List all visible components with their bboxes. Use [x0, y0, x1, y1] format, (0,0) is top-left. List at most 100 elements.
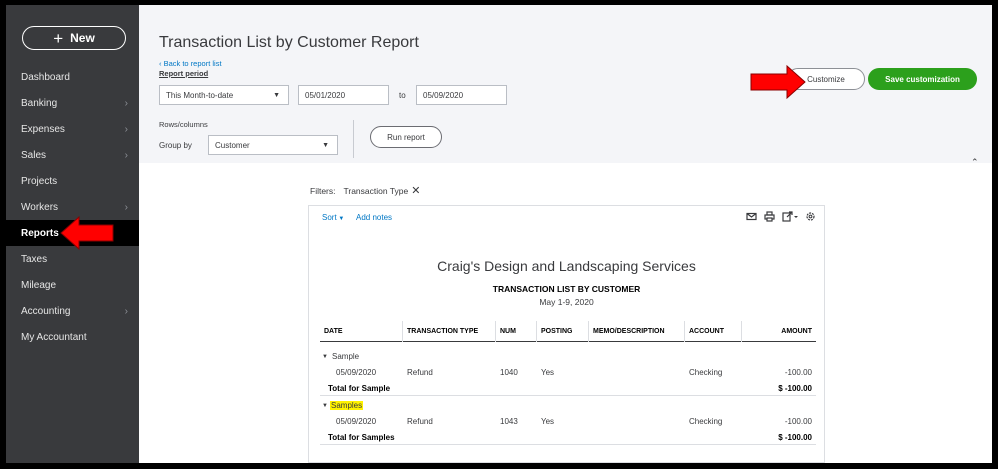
cell-amount: -100.00: [784, 368, 812, 377]
sidebar-item-label: Expenses: [21, 123, 65, 135]
chevron-right-icon: ›: [124, 305, 128, 317]
group-name: Sample: [332, 352, 360, 361]
sidebar-item-projects[interactable]: Projects: [6, 168, 139, 194]
to-date-value: 05/09/2020: [423, 90, 464, 100]
new-button[interactable]: + New: [22, 26, 126, 50]
column-header-amount[interactable]: AMOUNT: [781, 328, 812, 335]
group-header-row[interactable]: ▼ Sample: [320, 348, 816, 364]
chevron-right-icon: ›: [124, 123, 128, 135]
group-total-row: Total for Sample $ -100.00: [320, 380, 816, 396]
column-header-posting[interactable]: POSTING: [541, 328, 573, 335]
column-header-memo[interactable]: MEMO/DESCRIPTION: [593, 328, 665, 335]
close-icon[interactable]: ✕: [411, 185, 420, 197]
company-name: Craig's Design and Landscaping Services: [437, 258, 696, 274]
back-link-label: Back to report list: [163, 59, 222, 68]
sidebar-item-label: Mileage: [21, 279, 57, 291]
caret-down-icon: ▼: [322, 141, 329, 149]
sidebar-item-label: Banking: [21, 97, 58, 109]
cell-posting: Yes: [541, 368, 555, 377]
sort-dropdown[interactable]: Sort ▼: [322, 213, 344, 222]
total-label: Total for Samples: [328, 433, 395, 442]
total-label: Total for Sample: [328, 384, 391, 393]
report-tool-icons: [746, 211, 816, 222]
cell-transaction-type[interactable]: Refund: [407, 368, 433, 377]
to-label: to: [399, 91, 406, 100]
chevron-right-icon: ›: [124, 149, 128, 161]
table-row[interactable]: 05/09/2020 Refund 1040 Yes Checking -100…: [320, 364, 816, 380]
group-header-row[interactable]: ▼ Samples: [320, 397, 816, 413]
column-header-num[interactable]: NUM: [500, 328, 516, 335]
report-period-select[interactable]: This Month-to-date ▼: [159, 85, 289, 105]
table-header: DATE TRANSACTION TYPE NUM POSTING MEMO/D…: [320, 321, 816, 342]
from-date-input[interactable]: 05/01/2020: [298, 85, 389, 105]
sidebar-item-label: Accounting: [21, 305, 71, 317]
table-row[interactable]: 05/09/2020 Refund 1043 Yes Checking -100…: [320, 413, 816, 429]
cell-transaction-type[interactable]: Refund: [407, 417, 433, 426]
email-icon[interactable]: [746, 211, 757, 222]
sidebar-item-label: Projects: [21, 175, 58, 187]
cell-account: Checking: [689, 368, 723, 377]
total-amount: $ -100.00: [778, 433, 812, 442]
group-name-highlighted: Samples: [330, 401, 364, 410]
column-separator: [588, 321, 589, 342]
from-date-value: 05/01/2020: [305, 90, 346, 100]
sidebar-item-label: Dashboard: [21, 71, 70, 83]
column-separator: [495, 321, 496, 342]
cell-amount: -100.00: [784, 417, 812, 426]
sidebar-item-my-accountant[interactable]: My Accountant: [6, 324, 139, 350]
run-report-button[interactable]: Run report: [370, 126, 442, 148]
sidebar-item-label: Sales: [21, 149, 47, 161]
cell-account: Checking: [689, 417, 723, 426]
export-icon[interactable]: [782, 211, 798, 222]
caret-down-icon: ▼: [336, 216, 345, 222]
report-toolbar: Sort ▼ Add notes: [309, 206, 824, 230]
total-amount: $ -100.00: [778, 384, 812, 393]
annotation-arrow-customize: [750, 64, 806, 100]
sidebar-item-mileage[interactable]: Mileage: [6, 272, 139, 298]
collapse-up-icon[interactable]: ⌃: [971, 157, 979, 168]
sidebar-item-label: Workers: [21, 201, 59, 213]
column-separator: [741, 321, 742, 342]
page-title: Transaction List by Customer Report: [159, 34, 419, 51]
filter-transaction-type[interactable]: Transaction Type: [344, 186, 409, 196]
sort-label: Sort: [322, 213, 337, 222]
column-separator: [684, 321, 685, 342]
column-header-date[interactable]: DATE: [324, 328, 343, 335]
to-date-input[interactable]: 05/09/2020: [416, 85, 507, 105]
save-customization-button[interactable]: Save customization: [868, 68, 977, 90]
sidebar-item-banking[interactable]: Banking ›: [6, 90, 139, 116]
rows-columns-label: Rows/columns: [159, 120, 208, 129]
sidebar-item-sales[interactable]: Sales ›: [6, 142, 139, 168]
cell-date: 05/09/2020: [336, 417, 377, 426]
group-by-value: Customer: [215, 140, 250, 150]
sidebar-item-label: Taxes: [21, 253, 48, 265]
cell-num: 1040: [500, 368, 518, 377]
column-header-transaction-type[interactable]: TRANSACTION TYPE: [407, 328, 478, 335]
sidebar-item-accounting[interactable]: Accounting ›: [6, 298, 139, 324]
print-icon[interactable]: [764, 211, 775, 222]
divider: [353, 120, 354, 158]
column-header-account[interactable]: ACCOUNT: [689, 328, 724, 335]
filters-label: Filters:: [310, 186, 336, 196]
gear-icon[interactable]: [805, 211, 816, 222]
caret-down-icon: ▼: [322, 403, 328, 409]
column-separator: [536, 321, 537, 342]
app-window: + New Dashboard Banking › Expenses › Sales…: [6, 5, 992, 463]
sidebar-item-expenses[interactable]: Expenses ›: [6, 116, 139, 142]
report-title: TRANSACTION LIST BY CUSTOMER: [492, 284, 641, 294]
caret-down-icon: ▼: [322, 354, 328, 360]
cell-num: 1043: [500, 417, 518, 426]
report-period-value: This Month-to-date: [166, 90, 234, 100]
report-panel: Sort ▼ Add notes Craig's Design and Land…: [308, 205, 825, 463]
report-date-range: May 1-9, 2020: [539, 297, 594, 307]
add-notes-link[interactable]: Add notes: [356, 213, 392, 222]
sidebar-item-label: Reports: [21, 227, 59, 239]
report-period-label: Report period: [159, 69, 209, 78]
annotation-arrow-reports: [60, 215, 114, 251]
sidebar-item-dashboard[interactable]: Dashboard: [6, 64, 139, 90]
column-separator: [402, 321, 403, 342]
report-header: Transaction List by Customer Report ‹ Ba…: [139, 5, 992, 163]
back-to-report-list-link[interactable]: ‹ Back to report list: [159, 59, 222, 68]
group-by-select[interactable]: Customer ▼: [208, 135, 338, 155]
new-button-label: New: [70, 31, 95, 45]
